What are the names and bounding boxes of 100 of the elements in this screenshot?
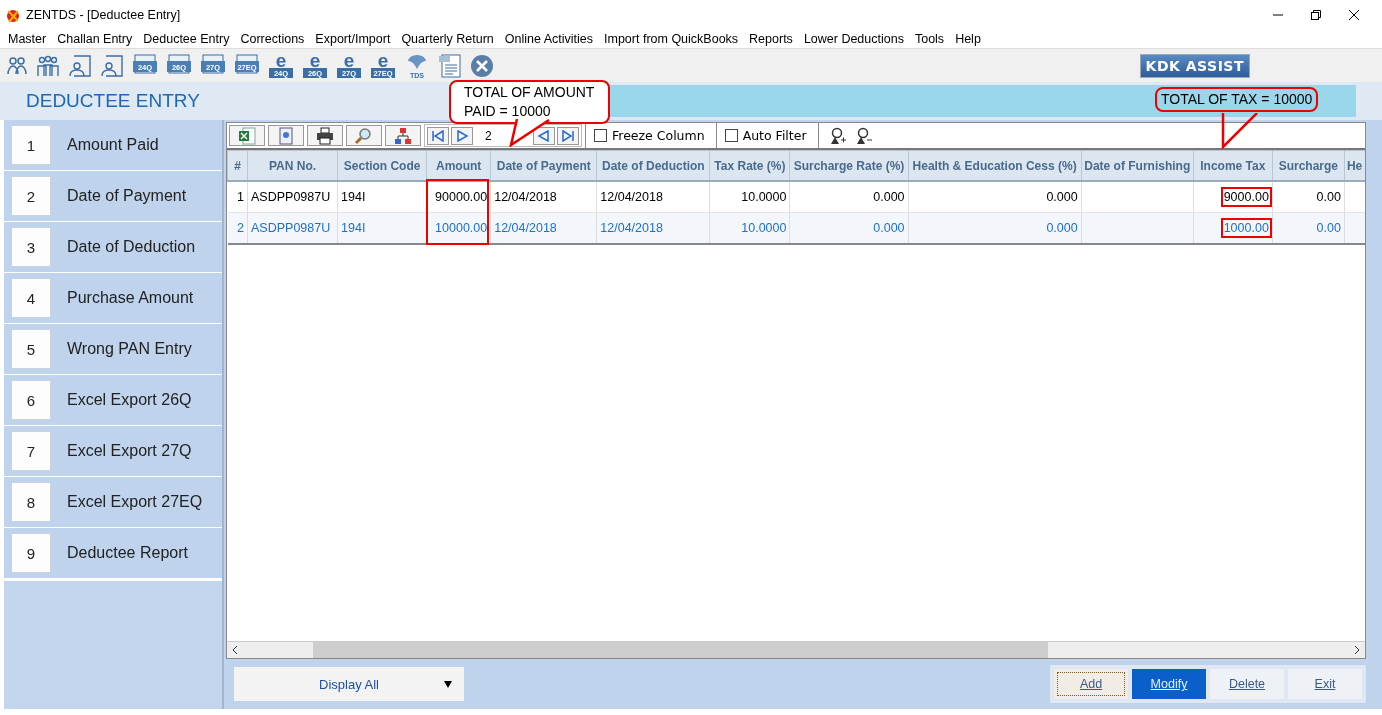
zoom-in-icon[interactable] (828, 126, 847, 145)
shortcut-key: 9 (11, 533, 51, 573)
sidebar-item[interactable]: 5 Wrong PAN Entry (4, 324, 222, 375)
table-cell: 0.000 (1046, 221, 1078, 235)
page-number: 2 (484, 128, 493, 143)
table-cell: 1 (237, 190, 244, 204)
document-button[interactable] (268, 125, 304, 146)
print-button[interactable] (307, 125, 343, 146)
menu-item[interactable]: Deductee Entry (139, 32, 237, 46)
column-header[interactable]: Tax Rate (%) (709, 150, 790, 181)
column-header[interactable]: # (227, 150, 248, 181)
zoom-out-icon[interactable] (854, 126, 873, 145)
sidebar-label: Date of Payment (67, 187, 187, 205)
column-header[interactable]: Surcharge (1272, 150, 1345, 181)
window-title: ZENTDS - [Deductee Entry] (26, 8, 182, 22)
sidebar-item[interactable]: 1 Amount Paid (4, 120, 222, 171)
column-header[interactable]: Date of Payment (490, 150, 597, 181)
column-header[interactable]: Amount (426, 150, 491, 181)
column-header[interactable]: Date of Furnishing (1081, 150, 1194, 181)
person-form-icon[interactable] (100, 53, 124, 78)
menu-item[interactable]: Reports (745, 32, 800, 46)
column-header[interactable]: Date of Deduction (596, 150, 710, 181)
search-button[interactable] (346, 125, 382, 146)
sidebar-label: Amount Paid (67, 136, 159, 154)
shortcut-key: 2 (11, 176, 51, 216)
column-header[interactable]: Health & Education Cess (%) (908, 150, 1082, 181)
sidebar-item[interactable]: 7 Excel Export 27Q (4, 426, 222, 477)
excel-button[interactable] (229, 125, 265, 146)
shortcut-key: 4 (11, 278, 51, 318)
sidebar-label: Deductee Report (67, 544, 188, 562)
page-heading: DEDUCTEE ENTRY (26, 90, 200, 112)
last-page-button[interactable] (557, 126, 579, 145)
action-button[interactable]: Delete (1210, 669, 1284, 699)
action-button[interactable]: Exit (1288, 669, 1362, 699)
sidebar-item[interactable]: 3 Date of Deduction (4, 222, 222, 273)
menu-item[interactable]: Export/Import (311, 32, 398, 46)
column-header[interactable]: Income Tax (1193, 150, 1273, 181)
table-cell: 0.00 (1316, 190, 1341, 204)
table-cell: 194I (341, 190, 366, 204)
table-cell: 9000.00 (1223, 190, 1269, 204)
person-form-icon[interactable] (68, 53, 92, 78)
assist-button[interactable]: KDK ASSIST (1139, 53, 1250, 78)
callout-box: TOTAL OF TAX = 10000 (1155, 87, 1319, 112)
table-row[interactable]: 2 ASDPP0987U 194I 10000.00 12/04/2018 12/04/2018 10.0000 0.000 0.000 1000.00 0.00 (227, 212, 1365, 244)
shortcut-key: 1 (11, 125, 51, 165)
table-cell: ASDPP0987U (251, 190, 331, 204)
callout-tail (1219, 113, 1261, 149)
shortcut-key: 3 (11, 227, 51, 267)
column-header[interactable]: Section Code (337, 150, 427, 181)
hierarchy-icon (394, 126, 412, 145)
table-cell: 12/04/2018 (600, 221, 663, 235)
auto-filter-checkbox[interactable]: Auto Filter (715, 123, 815, 148)
table-cell: 0.00 (1316, 221, 1341, 235)
sidebar-item[interactable]: 6 Excel Export 26Q (4, 375, 222, 426)
display-filter-dropdown[interactable]: Display All (234, 667, 464, 701)
table-cell: 10000.00 (435, 221, 488, 235)
print-icon (316, 126, 334, 145)
scrollbar-thumb[interactable] (313, 642, 1048, 658)
restore-icon[interactable] (1310, 9, 1322, 21)
table-cell: 10.0000 (741, 190, 787, 204)
hierarchy-button[interactable] (385, 125, 421, 146)
menu-item[interactable]: Master (4, 32, 54, 46)
previous-page-button[interactable] (533, 126, 555, 145)
column-header[interactable]: Surcharge Rate (%) (789, 150, 909, 181)
table-cell: 12/04/2018 (494, 221, 557, 235)
sidebar-label: Wrong PAN Entry (67, 340, 192, 358)
menu-item[interactable]: Quarterly Return (397, 32, 501, 46)
table-cell: ASDPP0987U (251, 221, 331, 235)
shortcut-key: 6 (11, 380, 51, 420)
shortcut-key: 5 (11, 329, 51, 369)
first-page-button[interactable] (427, 126, 449, 145)
column-header[interactable]: PAN No. (247, 150, 338, 181)
table-cell: 10.0000 (741, 221, 787, 235)
sidebar-item[interactable]: 8 Excel Export 27EQ (4, 477, 222, 528)
sidebar-item[interactable]: 2 Date of Payment (4, 171, 222, 222)
menu-item[interactable]: Challan Entry (53, 32, 140, 46)
group-icon[interactable] (36, 53, 60, 78)
menu-item[interactable]: Tools (910, 32, 952, 46)
menu-item[interactable]: Help (951, 32, 988, 46)
table-cell: 0.000 (873, 190, 905, 204)
column-header[interactable]: He (1344, 150, 1365, 181)
shortcut-key: 8 (11, 482, 51, 522)
next-page-button[interactable] (451, 126, 473, 145)
menu-item[interactable]: Import from QuickBooks (600, 32, 746, 46)
highlight-frame (426, 179, 489, 245)
table-cell: 1000.00 (1223, 221, 1269, 235)
document-icon (277, 126, 295, 145)
sidebar-label: Excel Export 27EQ (67, 493, 203, 511)
sidebar-item[interactable]: 4 Purchase Amount (4, 273, 222, 324)
table-cell: 12/04/2018 (600, 190, 663, 204)
table-cell: 12/04/2018 (494, 190, 557, 204)
table-row[interactable]: 1 ASDPP0987U 194I 90000.00 12/04/2018 12/04/2018 10.0000 0.000 0.000 9000.00 0.00 (227, 181, 1365, 213)
action-button[interactable]: Modify (1132, 669, 1206, 699)
action-button[interactable]: Add (1054, 669, 1128, 699)
close-icon[interactable] (1348, 9, 1360, 21)
sidebar-label: Date of Deduction (67, 238, 196, 256)
menu-item[interactable]: Corrections (236, 32, 312, 46)
menu-item[interactable]: Lower Deductions (799, 32, 911, 46)
menu-item[interactable]: Online Activities (500, 32, 600, 46)
sidebar-label: Excel Export 26Q (67, 391, 192, 409)
